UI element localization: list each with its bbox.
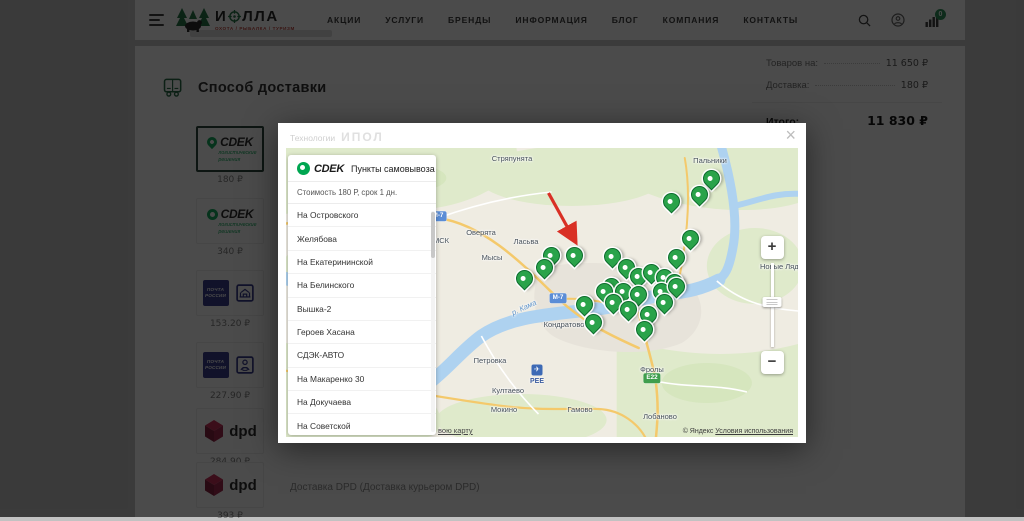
pickup-point-item[interactable]: На Советской [288, 414, 436, 435]
pickup-point-pin-icon[interactable] [678, 226, 702, 250]
pickup-point-item[interactable]: На Докучаева [288, 391, 436, 414]
map-attribution: © Яндекс Условия использования [683, 428, 793, 435]
pickup-points-panel: CDEK Пункты самовывоза Стоимость 180 Р, … [288, 155, 436, 435]
terms-of-use-link[interactable]: Условия использования [715, 428, 793, 435]
pickup-point-item[interactable]: На Островского [288, 204, 436, 227]
create-map-link[interactable]: вою карту [438, 426, 473, 435]
pickup-point-item[interactable]: Вышка-2 [288, 298, 436, 321]
zoom-slider-handle[interactable] [763, 297, 782, 307]
panel-subtitle: Стоимость 180 Р, срок 1 дн. [288, 181, 436, 203]
pickup-point-item[interactable]: Желябова [288, 227, 436, 250]
zoom-in-button[interactable]: + [761, 236, 784, 259]
pickup-point-item[interactable]: СДЭК-АВТО [288, 344, 436, 367]
pickup-point-item[interactable]: На Макаренко 30 [288, 368, 436, 391]
pickup-point-pin-icon[interactable] [664, 245, 688, 269]
pickup-points-list: На Островского Желябова На Екатерининско… [288, 203, 436, 435]
pickup-point-pin-icon[interactable] [512, 266, 536, 290]
pickup-point-item[interactable]: Героев Хасана [288, 321, 436, 344]
panel-scrollbar-thumb[interactable] [431, 212, 435, 258]
pickup-point-item[interactable]: На Екатерининской [288, 251, 436, 274]
pickup-points-modal: ТехнологииИПОЛ × [278, 123, 806, 443]
panel-brand: CDEK [314, 163, 344, 175]
yandex-map[interactable]: СтряпунятаПальникиОверятаЛасьваМСКМысыКо… [286, 148, 798, 437]
pickup-point-pin-icon[interactable] [562, 243, 586, 267]
cdek-circle-icon [297, 162, 310, 175]
pickup-point-item[interactable]: На Белинского [288, 274, 436, 297]
widget-watermark: ТехнологииИПОЛ [290, 130, 384, 144]
pickup-point-pin-icon[interactable] [659, 189, 683, 213]
panel-scrollbar[interactable] [431, 211, 435, 432]
close-icon[interactable]: × [785, 126, 796, 144]
panel-title: Пункты самовывоза [351, 164, 435, 174]
map-zoom-controls: + − [760, 236, 784, 374]
zoom-slider[interactable] [771, 263, 774, 347]
zoom-out-button[interactable]: − [761, 351, 784, 374]
